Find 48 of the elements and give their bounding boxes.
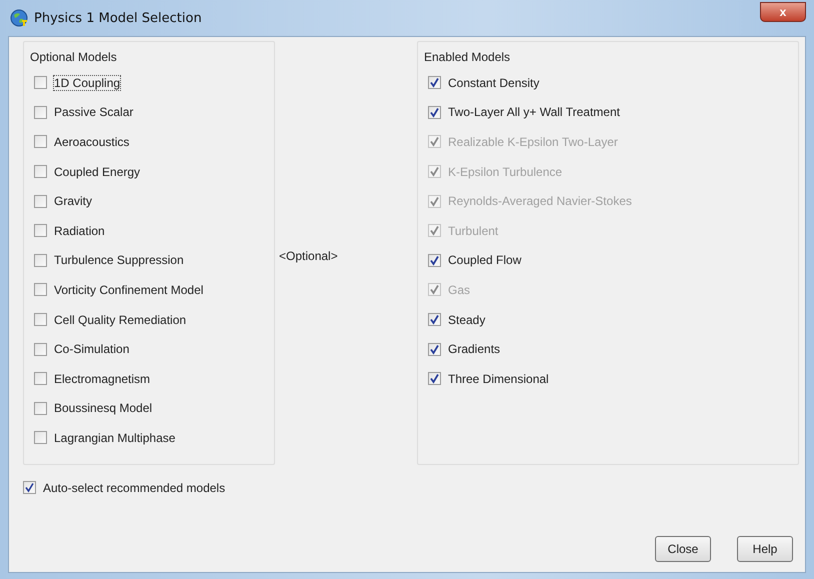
checkbox[interactable]	[428, 372, 441, 386]
checkbox-label[interactable]: 1D Coupling	[54, 76, 120, 90]
checkbox-label[interactable]: Gradients	[448, 342, 500, 356]
checkbox-label[interactable]: Passive Scalar	[54, 105, 134, 120]
checkbox[interactable]	[34, 402, 47, 415]
checkbox-label[interactable]: Turbulence Suppression	[54, 253, 184, 268]
checkbox-label[interactable]: Electromagnetism	[54, 372, 150, 386]
checkbox[interactable]	[34, 106, 47, 119]
checkbox-label[interactable]: Vorticity Confinement Model	[54, 282, 204, 297]
checkbox-label[interactable]: Aeroacoustics	[54, 134, 130, 149]
checkbox[interactable]	[34, 313, 47, 326]
checkbox-label[interactable]: Constant Density	[448, 76, 540, 90]
dialog-button[interactable]: Help	[737, 536, 793, 562]
checkbox-label[interactable]: Radiation	[54, 224, 105, 238]
checkbox[interactable]	[23, 481, 36, 494]
checkbox-label[interactable]: Steady	[448, 312, 486, 327]
dialog-button[interactable]: Close	[655, 536, 711, 562]
checkbox-label[interactable]: Auto-select recommended models	[43, 480, 226, 495]
checkbox-label[interactable]: Lagrangian Multiphase	[54, 430, 176, 445]
checkbox[interactable]	[34, 194, 47, 208]
checkbox[interactable]	[428, 76, 441, 90]
checkbox-label[interactable]: Cell Quality Remediation	[54, 312, 186, 327]
checkbox[interactable]	[34, 135, 47, 148]
checkbox[interactable]	[428, 342, 441, 356]
checkbox[interactable]	[34, 431, 47, 444]
checkbox-label[interactable]: Three Dimensional	[448, 372, 549, 386]
window-title: Physics 1 Model Selection	[34, 10, 202, 26]
checkbox-label[interactable]: Coupled Flow	[448, 253, 522, 268]
checkbox-label[interactable]: Boussinesq Model	[54, 401, 152, 416]
panel-title: Enabled Models	[424, 50, 512, 64]
checkbox-label[interactable]: Two-Layer All y+ Wall Treatment	[448, 105, 620, 120]
checkbox-label[interactable]: Gravity	[54, 194, 92, 208]
checkbox[interactable]	[34, 76, 47, 90]
checkbox[interactable]	[34, 342, 47, 356]
checkbox-label[interactable]: Coupled Energy	[54, 164, 140, 179]
checkbox[interactable]	[428, 254, 441, 267]
checkbox[interactable]	[428, 106, 441, 119]
checkbox[interactable]	[34, 165, 47, 178]
optional-placeholder-label: <Optional>	[279, 249, 338, 263]
globe-icon	[10, 9, 28, 27]
checkbox[interactable]	[34, 283, 47, 296]
window-close-button[interactable]: x	[760, 2, 806, 22]
checkbox[interactable]	[428, 313, 441, 326]
checkbox[interactable]	[34, 224, 47, 238]
checkbox-label[interactable]: Co-Simulation	[54, 342, 130, 356]
checkbox[interactable]	[34, 372, 47, 386]
panel-title: Optional Models	[30, 50, 118, 64]
checkbox[interactable]	[34, 254, 47, 267]
